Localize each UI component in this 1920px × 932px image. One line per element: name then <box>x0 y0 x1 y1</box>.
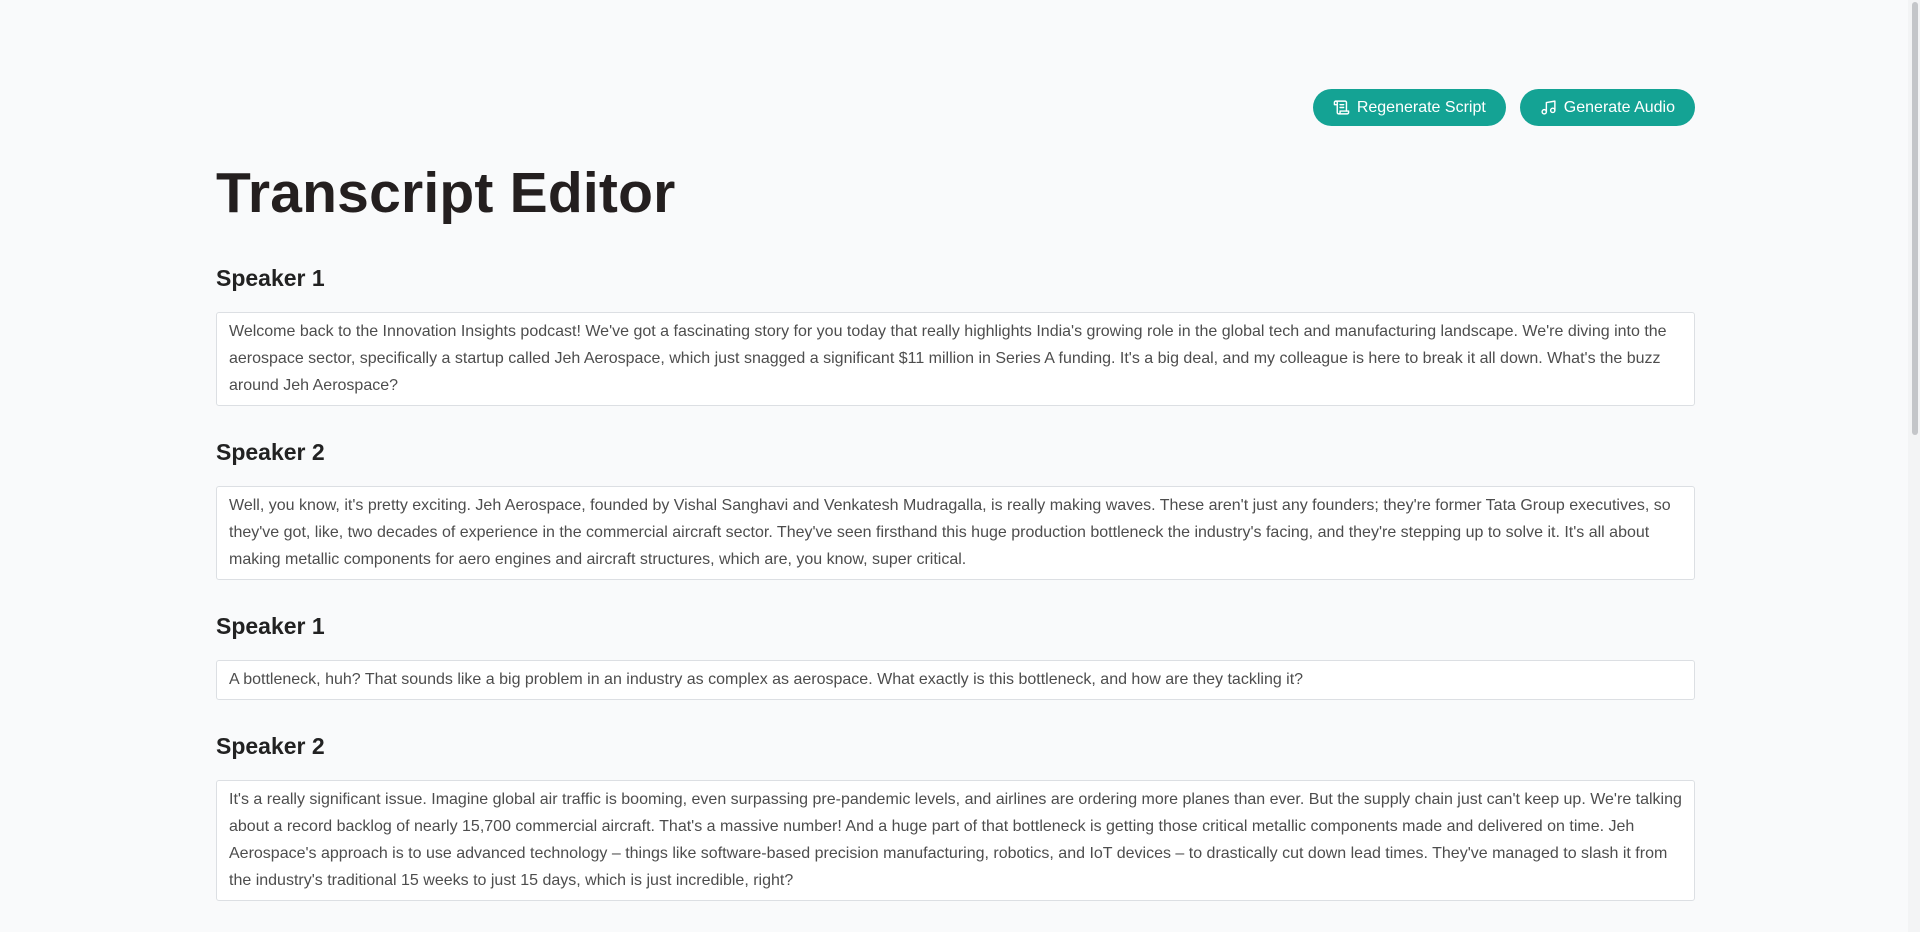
transcript-textarea[interactable]: It's a really significant issue. Imagine… <box>216 780 1695 901</box>
regenerate-script-label: Regenerate Script <box>1356 98 1486 116</box>
generate-audio-label: Generate Audio <box>1563 98 1675 116</box>
page-title: Transcript Editor <box>216 161 676 225</box>
vertical-scrollbar[interactable] <box>1908 0 1920 932</box>
music-note-icon <box>1540 99 1557 116</box>
transcript-textarea[interactable]: Well, you know, it's pretty exciting. Je… <box>216 486 1695 580</box>
scroll-icon <box>1333 99 1350 116</box>
transcript-segment: Speaker 2 Well, you know, it's pretty ex… <box>216 438 1695 580</box>
transcript-editor-page: Regenerate Script Generate Audio Transcr… <box>0 0 1920 932</box>
header-actions: Regenerate Script Generate Audio <box>1312 89 1695 126</box>
transcript-textarea[interactable]: A bottleneck, huh? That sounds like a bi… <box>216 660 1695 700</box>
transcript-textarea[interactable]: Welcome back to the Innovation Insights … <box>216 312 1695 406</box>
speaker-label: Speaker 2 <box>216 733 325 759</box>
speaker-label: Speaker 1 <box>216 265 325 291</box>
transcript-segment: Speaker 1 A bottleneck, huh? That sounds… <box>216 612 1695 700</box>
generate-audio-button[interactable]: Generate Audio <box>1519 89 1695 126</box>
transcript-segment: Speaker 1 Welcome back to the Innovation… <box>216 264 1695 406</box>
scrollbar-thumb[interactable] <box>1912 2 1918 435</box>
speaker-label: Speaker 1 <box>216 613 325 639</box>
transcript-segment: Speaker 2 It's a really significant issu… <box>216 732 1695 901</box>
transcript-segments: Speaker 1 Welcome back to the Innovation… <box>216 264 1695 932</box>
speaker-label: Speaker 2 <box>216 439 325 465</box>
regenerate-script-button[interactable]: Regenerate Script <box>1312 89 1506 126</box>
